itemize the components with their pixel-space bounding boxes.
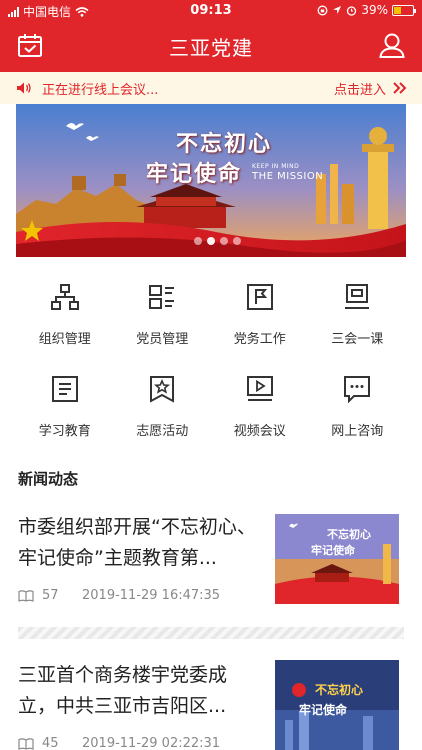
user-profile-icon[interactable]	[378, 31, 406, 59]
menu-label: 党员管理	[136, 332, 189, 347]
news-item[interactable]: 三亚首个商务楼宇党委成立，中共三亚市吉阳区... 45 2019-11-29 0…	[18, 660, 406, 750]
menu-item-video-meeting[interactable]: 视频会议	[211, 372, 309, 448]
carousel-dot[interactable]	[194, 237, 202, 245]
menu-item-study-education[interactable]: 学习教育	[16, 372, 114, 448]
document-icon	[51, 376, 78, 402]
svg-text:不忘初心: 不忘初心	[327, 527, 371, 541]
news-thumbnail: 不忘初心 牢记使命	[275, 514, 399, 604]
news-meta: 57 2019-11-29 16:47:35	[18, 588, 220, 603]
status-bar: 中国电信 09:13 39%	[0, 0, 422, 22]
menu-label: 视频会议	[233, 424, 286, 439]
news-section-title: 新闻动态	[18, 470, 89, 490]
top-bar: 中国电信 09:13 39% 三亚党建	[0, 0, 422, 72]
news-divider	[18, 627, 404, 639]
read-count-icon	[18, 737, 34, 750]
news-headline: 三亚首个商务楼宇党委成立，中共三亚市吉阳区...	[18, 664, 228, 717]
menu-item-online-consult[interactable]: 网上咨询	[309, 372, 407, 448]
notice-text: 正在进行线上会议...	[42, 82, 159, 98]
app-header: 三亚党建	[0, 22, 422, 72]
news-time: 2019-11-29 02:22:31	[82, 736, 221, 750]
banner-slogan-line2: 牢记使命	[146, 162, 243, 187]
svg-text:牢记使命: 牢记使命	[311, 543, 356, 557]
org-chart-icon	[50, 284, 79, 310]
menu-label: 组织管理	[38, 332, 91, 347]
speaker-icon	[17, 82, 31, 94]
news-headline: 市委组织部开展“不忘初心、牢记使命”主题教育第...	[18, 516, 256, 569]
menu-item-member-management[interactable]: 党员管理	[114, 280, 212, 356]
menu-item-party-work[interactable]: 党务工作	[211, 280, 309, 356]
function-menu-grid: 组织管理 党员管理 党务工作 三会一课 学习教育 志愿活动 视频会议 网上咨询	[16, 280, 406, 448]
menu-item-volunteer-activity[interactable]: 志愿活动	[114, 372, 212, 448]
app-title: 三亚党建	[169, 36, 253, 60]
carousel-indicator	[194, 237, 241, 245]
news-views: 45	[42, 736, 59, 750]
banner-carousel[interactable]: 不忘初心 牢记使命 KEEP IN MIND THE MISSION	[16, 104, 406, 257]
menu-label: 党务工作	[233, 332, 286, 347]
menu-label: 学习教育	[38, 424, 91, 439]
battery-percent: 39%	[361, 3, 388, 17]
menu-label: 志愿活动	[136, 424, 189, 439]
read-count-icon	[18, 589, 34, 602]
banner-english-small: KEEP IN MIND	[252, 163, 300, 170]
svg-text:牢记使命: 牢记使命	[299, 702, 348, 717]
notice-enter-link[interactable]: 点击进入	[334, 79, 386, 98]
news-meta: 45 2019-11-29 02:22:31	[18, 736, 220, 750]
location-icon	[333, 6, 342, 14]
menu-item-org-management[interactable]: 组织管理	[16, 280, 114, 356]
banner-slogan-line1: 不忘初心	[176, 132, 273, 157]
menu-item-three-meetings[interactable]: 三会一课	[309, 280, 407, 356]
news-views: 57	[42, 588, 59, 603]
carousel-dot[interactable]	[207, 237, 215, 245]
battery-icon	[392, 4, 416, 16]
meeting-notice-bar[interactable]: 正在进行线上会议... 点击进入	[0, 72, 422, 104]
star-bookmark-icon	[150, 376, 175, 403]
video-play-icon	[246, 376, 273, 401]
banner-english-large: THE MISSION	[252, 171, 324, 182]
member-list-icon	[149, 285, 175, 309]
news-time: 2019-11-29 16:47:35	[82, 588, 221, 603]
monitor-icon	[345, 284, 370, 309]
news-thumbnail: 不忘初心 牢记使命	[275, 660, 399, 750]
menu-label: 三会一课	[331, 332, 384, 347]
alarm-icon	[347, 5, 357, 16]
carousel-dot[interactable]	[220, 237, 228, 245]
rotation-lock-icon	[317, 5, 328, 15]
svg-text:不忘初心: 不忘初心	[315, 682, 363, 697]
menu-label: 网上咨询	[331, 424, 384, 439]
flag-icon	[246, 284, 273, 310]
news-item[interactable]: 市委组织部开展“不忘初心、牢记使命”主题教育第... 57 2019-11-29…	[18, 512, 406, 607]
chat-icon	[344, 376, 371, 404]
carousel-dot[interactable]	[233, 237, 241, 245]
double-chevron-right-icon[interactable]	[392, 81, 408, 95]
